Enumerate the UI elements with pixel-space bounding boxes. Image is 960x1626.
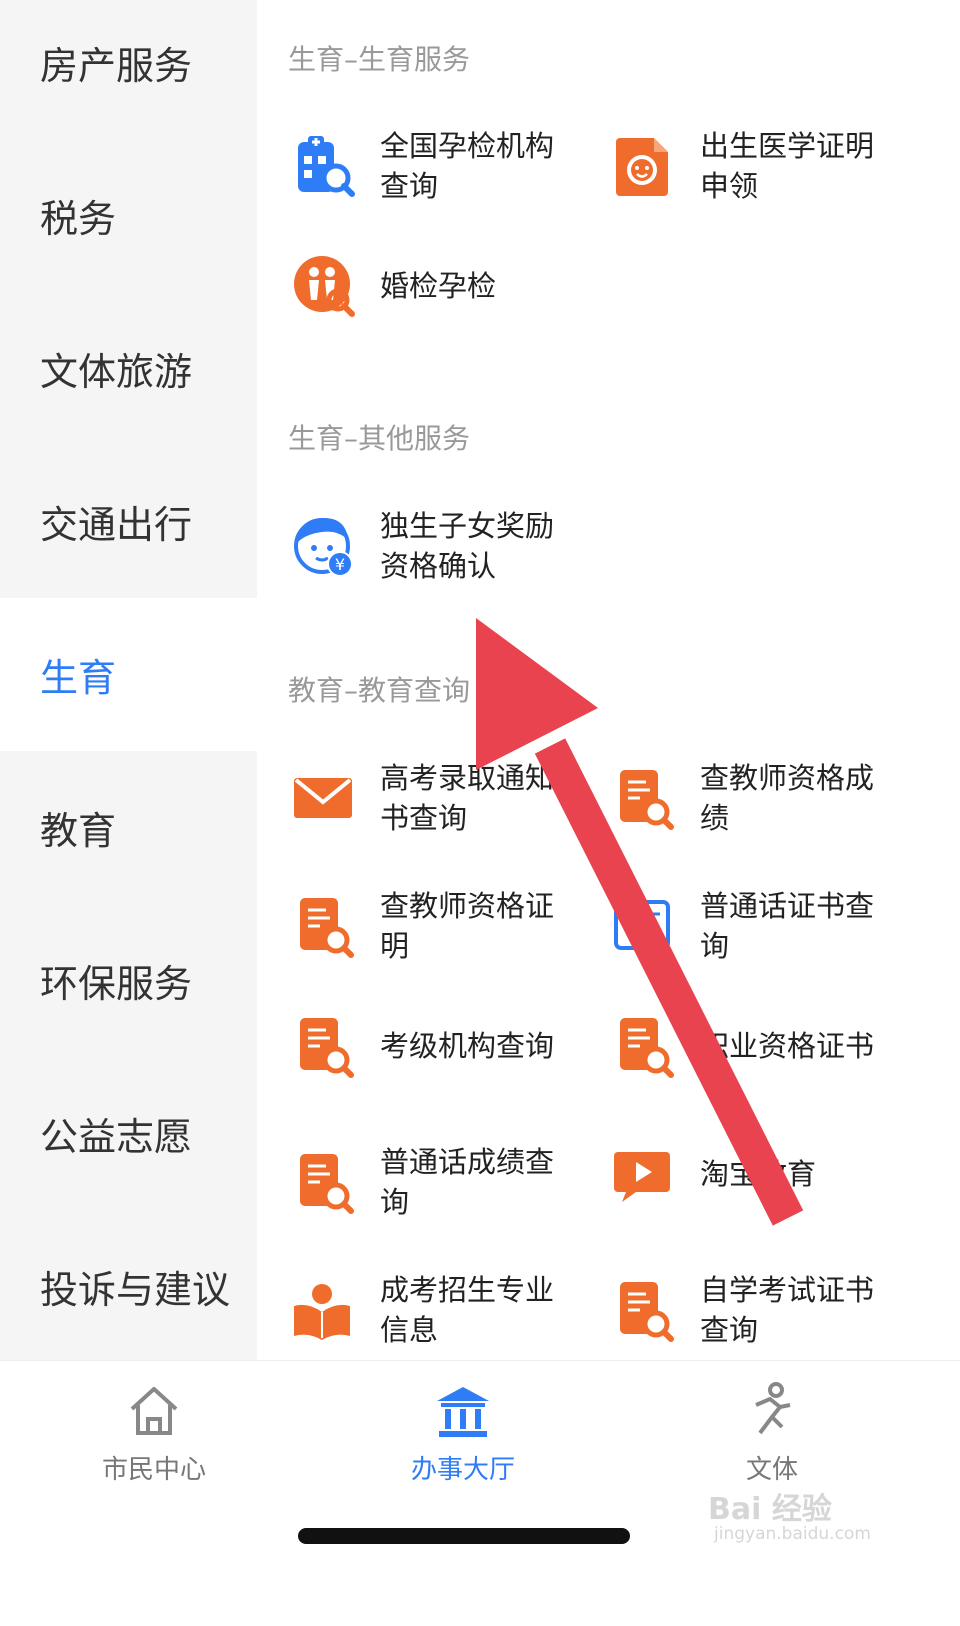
service-birth-certificate[interactable]: 出生医学证明申领: [612, 126, 890, 206]
service-label: 职业资格证书: [700, 1029, 875, 1063]
nav-tab-label: 文体: [745, 1455, 798, 1485]
document-search-icon: [620, 1282, 674, 1342]
service-label: 成考招生专业信息: [380, 1273, 555, 1347]
running-person-icon: [755, 1382, 791, 1435]
sidebar-item-label: 投诉与建议: [40, 1268, 231, 1312]
video-play-icon: [614, 1152, 670, 1202]
sidebar-item-education[interactable]: 教育: [0, 751, 257, 904]
sidebar-item-label: 交通出行: [40, 503, 193, 547]
sidebar-item-label: 文体旅游: [40, 350, 193, 394]
section-title-other-services: 生育–其他服务: [288, 422, 471, 455]
home-indicator[interactable]: [298, 1528, 630, 1544]
service-adult-exam-majors[interactable]: 成考招生专业信息: [292, 1270, 570, 1350]
certificate-icon: [614, 900, 670, 950]
section-title-education-query: 教育–教育查询: [288, 674, 471, 707]
service-label: 查教师资格成绩: [700, 761, 875, 835]
child-yuan-icon: ¥: [294, 518, 353, 577]
service-label: 出生医学证明申领: [700, 129, 875, 203]
sidebar-item-label: 税务: [40, 197, 117, 241]
service-label: 淘宝教育: [700, 1157, 817, 1191]
sidebar-item-label: 生育: [40, 656, 117, 700]
service-label: 查教师资格证明: [380, 889, 555, 963]
service-marriage-pregnancy-check[interactable]: 婚检孕检: [292, 254, 570, 318]
service-teacher-certificate-proof[interactable]: 查教师资格证明: [292, 886, 570, 966]
home-icon: [130, 1387, 178, 1435]
document-search-icon: [300, 1018, 354, 1078]
service-mandarin-score-query[interactable]: 普通话成绩查询: [292, 1142, 570, 1222]
baby-document-icon: [616, 138, 668, 196]
sidebar-item-culture-tourism[interactable]: 文体旅游: [0, 292, 257, 445]
sidebar-item-label: 环保服务: [40, 962, 193, 1006]
sidebar-item-volunteer[interactable]: 公益志愿: [0, 1057, 257, 1210]
sidebar-item-label: 教育: [40, 809, 117, 853]
service-label: 婚检孕检: [380, 269, 497, 303]
service-admission-notice-query[interactable]: 高考录取通知书查询: [292, 758, 570, 838]
nav-tab-label: 办事大厅: [410, 1455, 515, 1485]
document-search-icon: [620, 1018, 674, 1078]
service-label: 普通话证书查询: [700, 889, 875, 963]
service-label: 普通话成绩查询: [380, 1145, 555, 1219]
couple-search-icon: [294, 256, 355, 317]
reader-book-icon: [294, 1284, 350, 1340]
sidebar-item-complaints[interactable]: 投诉与建议: [0, 1210, 257, 1363]
nav-tab-citizen-center[interactable]: 市民中心: [54, 1381, 254, 1486]
watermark: Bai 经验: [708, 1492, 832, 1527]
document-search-icon: [300, 898, 354, 958]
document-search-icon: [620, 770, 674, 830]
service-only-child-reward[interactable]: ¥ 独生子女奖励资格确认: [292, 506, 570, 586]
hospital-search-icon: [298, 136, 355, 197]
service-label: 高考录取通知书查询: [380, 761, 555, 835]
service-label: 考级机构查询: [380, 1029, 555, 1063]
nav-tab-culture-sports[interactable]: 文体: [672, 1381, 872, 1486]
sidebar-item-birth[interactable]: 生育: [0, 598, 257, 751]
nav-tab-label: 市民中心: [101, 1455, 206, 1485]
service-label: 自学考试证书查询: [700, 1273, 875, 1347]
service-teacher-exam-score[interactable]: 查教师资格成绩: [612, 758, 890, 838]
sidebar-item-tax[interactable]: 税务: [0, 139, 257, 292]
sidebar-item-label: 房产服务: [40, 44, 193, 88]
service-label: 全国孕检机构查询: [380, 129, 555, 203]
watermark-url: jingyan.baidu.com: [714, 1524, 871, 1544]
sidebar-item-label: 公益志愿: [40, 1115, 193, 1159]
sidebar-item-real-estate[interactable]: 房产服务: [0, 0, 257, 139]
envelope-icon: [294, 778, 352, 818]
category-sidebar: 房产服务 税务 文体旅游 交通出行 生育 教育 环保服务 公益志愿 投诉与建议: [0, 0, 257, 1390]
svg-text:¥: ¥: [335, 555, 345, 574]
service-pregnancy-check-institution[interactable]: 全国孕检机构查询: [292, 126, 570, 206]
nav-tab-service-hall[interactable]: 办事大厅: [363, 1381, 563, 1486]
service-mandarin-certificate-query[interactable]: 普通话证书查询: [612, 886, 890, 966]
bank-building-icon: [437, 1387, 489, 1437]
service-label: 独生子女奖励资格确认: [380, 509, 555, 583]
service-self-study-certificate-query[interactable]: 自学考试证书查询: [612, 1270, 890, 1350]
section-title-birth-services: 生育–生育服务: [288, 43, 471, 76]
service-taobao-education[interactable]: 淘宝教育: [612, 1142, 890, 1206]
sidebar-item-environment[interactable]: 环保服务: [0, 904, 257, 1057]
service-grading-institution-query[interactable]: 考级机构查询: [292, 1014, 570, 1078]
service-professional-certificate[interactable]: 职业资格证书: [612, 1014, 890, 1078]
document-search-icon: [300, 1154, 354, 1214]
sidebar-item-transport[interactable]: 交通出行: [0, 445, 257, 598]
